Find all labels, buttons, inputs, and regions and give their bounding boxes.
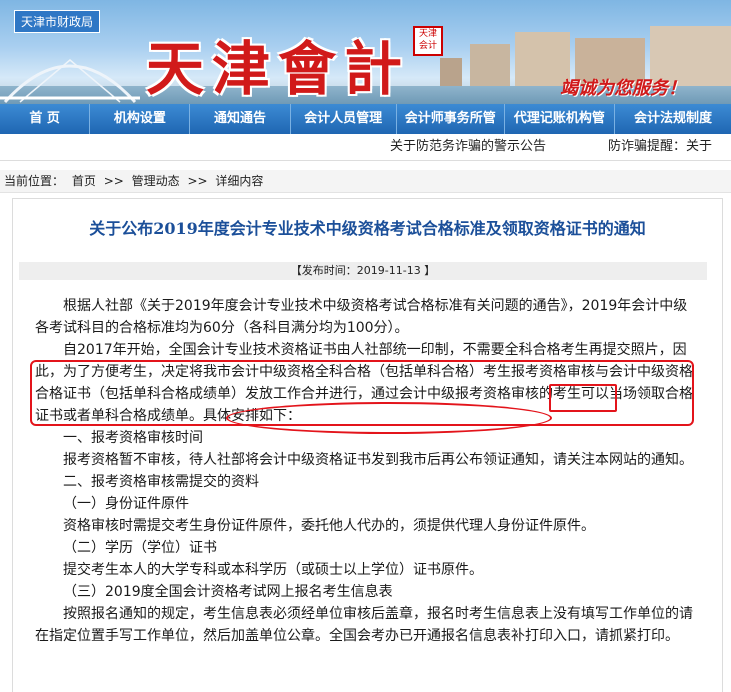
breadcrumb-separator: >>	[103, 174, 124, 188]
main-nav: 首 页 机构设置 通知通告 会计人员管理 会计师事务所管 代理记账机构管 会计法…	[0, 104, 731, 134]
breadcrumb-home[interactable]: 首页	[72, 174, 96, 188]
article-title: 关于公布2019年度会计专业技术中级资格考试合格标准及领取资格证书的通知	[89, 219, 646, 238]
section-heading: 二、报考资格审核需提交的资料	[63, 474, 259, 490]
article-paragraph: 根据人社部《关于2019年度会计专业技术中级资格考试合格标准有关问题的通告》，2…	[35, 298, 688, 336]
subsection-heading: （二）学历（学位）证书	[63, 540, 217, 556]
breadcrumb-label: 当前位置：	[4, 174, 65, 188]
site-logo-title: 天津會計	[146, 35, 411, 103]
subsection-heading: （一）身份证件原件	[63, 496, 189, 512]
article-paragraph: 自2017年开始，全国会计专业技术资格证书由人社部统一印制，不需要全科合格考生再…	[35, 342, 693, 424]
nav-item-home[interactable]: 首 页	[0, 104, 91, 134]
breadcrumb-current: 详细内容	[215, 174, 264, 188]
article-panel: 关于公布2019年度会计专业技术中级资格考试合格标准及领取资格证书的通知 【发布…	[12, 198, 723, 692]
bridge-graphic	[0, 59, 140, 104]
nav-item-accountant-mgmt[interactable]: 会计人员管理	[291, 104, 397, 134]
nav-item-regulations[interactable]: 会计法规制度	[615, 104, 731, 134]
breadcrumb-news[interactable]: 管理动态	[132, 174, 180, 188]
article-paragraph: 报考资格暂不审核，待人社部将会计中级资格证书发到我市后再公布领证通知，请关注本网…	[63, 452, 693, 468]
publish-time: 【发布时间：2019-11-13 】	[19, 262, 707, 280]
article-paragraph: 按照报名通知的规定，考生信息表必须经单位审核后盖章，报名时考生信息表上没有填写工…	[35, 606, 693, 644]
site-slogan: 竭诚为您服务！	[560, 78, 686, 99]
ticker-item[interactable]: 关于防范​务诈骗的警示公告	[390, 134, 546, 160]
breadcrumb: 当前位置： 首页 >> 管理动态 >> 详细内容	[0, 170, 731, 193]
subsection-heading: （三）2019度全国会计资格考试网上报名考生信息表	[63, 584, 393, 600]
article-paragraph: 提交考生本人的大学专科或本科学历（或硕士以上学位）证书原件。	[63, 562, 483, 578]
site-banner: 天津市财政局 天津會計 天津会计 竭诚为您服务！	[0, 0, 731, 104]
ticker-item[interactable]: 防诈骗提醒：关于	[608, 134, 712, 160]
bureau-label[interactable]: 天津市财政局	[14, 10, 101, 33]
news-ticker: 关于防范​务诈骗的警示公告 防诈骗提醒：关于	[0, 134, 731, 161]
article-body: 根据人社部《关于2019年度会计专业技术中级资格考试合格标准有关问题的通告》，2…	[35, 295, 695, 647]
nav-item-bookkeeping-mgmt[interactable]: 代理记账机构管	[505, 104, 615, 134]
section-heading: 一、报考资格审核时间	[63, 430, 203, 446]
nav-item-firms-mgmt[interactable]: 会计师事务所管	[397, 104, 505, 134]
seal-stamp: 天津会计	[413, 26, 443, 56]
breadcrumb-separator: >>	[187, 174, 208, 188]
nav-item-organization[interactable]: 机构设置	[90, 104, 191, 134]
article-paragraph: 资格审核时需提交考生身份证件原件，委托他人代办的，须提供代理人身份证件原件。	[63, 518, 595, 534]
nav-item-notices[interactable]: 通知通告	[190, 104, 291, 134]
